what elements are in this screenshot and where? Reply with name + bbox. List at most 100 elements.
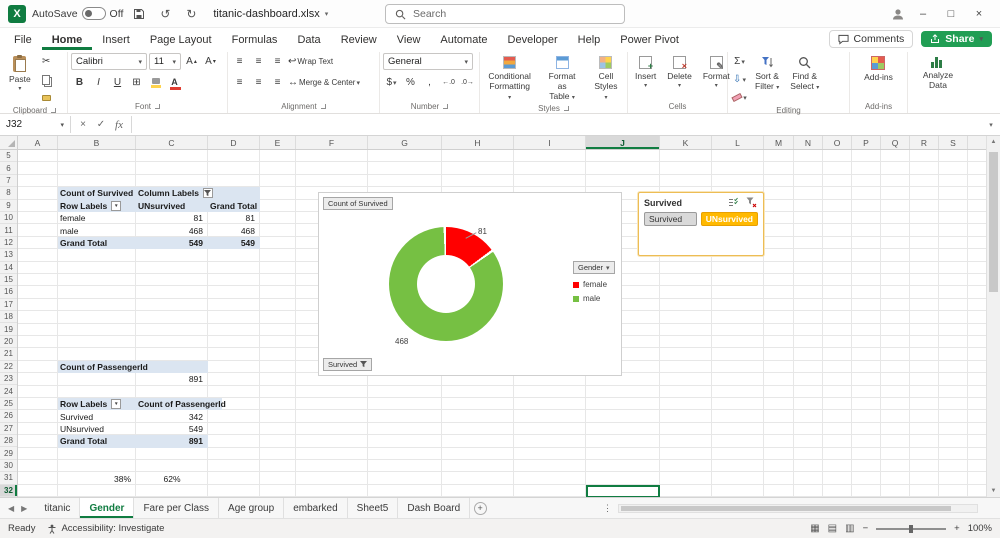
vertical-scrollbar[interactable]: ▲ ▼: [986, 136, 1000, 497]
column-header-C[interactable]: C: [136, 136, 208, 149]
pivot-cell[interactable]: 81: [208, 212, 260, 224]
unsurvived-percent-cell[interactable]: 62%: [136, 472, 208, 484]
sheet-tab-embarked[interactable]: embarked: [284, 498, 348, 518]
pivot-title-cell[interactable]: Count of Survived: [58, 187, 136, 200]
comments-button[interactable]: Comments: [828, 30, 914, 48]
decrease-font-button[interactable]: A ▾: [202, 53, 219, 70]
cells-area[interactable]: Count of Survived Column Labels Row Labe…: [18, 150, 986, 497]
pivot-cell[interactable]: 468: [208, 224, 260, 236]
comma-style-button[interactable]: ,: [421, 74, 438, 91]
pivot-col-header-cell[interactable]: Count of PassengerId: [136, 398, 226, 411]
pivot-chart[interactable]: Count of Survived 81 468 Gender ▾ female…: [318, 192, 622, 376]
ribbon-tab-formulas[interactable]: Formulas: [222, 28, 288, 50]
italic-button[interactable]: I: [90, 74, 107, 91]
new-sheet-button[interactable]: +: [470, 498, 490, 518]
row-header-28[interactable]: 28: [0, 435, 17, 448]
clear-button[interactable]: ▾: [731, 89, 748, 106]
column-header-G[interactable]: G: [368, 136, 442, 149]
donut[interactable]: [389, 227, 503, 341]
sheet-nav-left-icon[interactable]: ◀: [8, 504, 14, 513]
pivot-row-labels-cell[interactable]: Row Labels ▾: [58, 398, 136, 411]
align-bottom-button[interactable]: ≡: [269, 53, 286, 70]
sheet-tab-gender[interactable]: Gender: [80, 498, 135, 518]
row-header-10[interactable]: 10: [0, 212, 17, 225]
column-header-R[interactable]: R: [910, 136, 939, 149]
document-title[interactable]: titanic-dashboard.xlsx ▾: [207, 6, 334, 22]
row-header-30[interactable]: 30: [0, 460, 17, 473]
conditional-formatting-button[interactable]: Conditional Formatting ▾: [483, 53, 536, 104]
ribbon-tab-power-pivot[interactable]: Power Pivot: [610, 28, 689, 50]
user-avatar[interactable]: [888, 4, 908, 24]
dialog-launcher-icon[interactable]: [563, 105, 569, 111]
ribbon-tab-data[interactable]: Data: [287, 28, 330, 50]
column-header-A[interactable]: A: [18, 136, 58, 149]
scroll-up-icon[interactable]: ▲: [987, 136, 1000, 148]
excel-app-icon[interactable]: X: [8, 4, 26, 23]
clear-filter-icon[interactable]: [744, 196, 758, 209]
row-header-5[interactable]: 5: [0, 150, 17, 163]
merge-center-button[interactable]: ↔ Merge & Center ▾: [288, 74, 360, 91]
number-format-select[interactable]: General ▾: [383, 53, 473, 70]
vertical-scroll-thumb[interactable]: [989, 152, 998, 292]
zoom-level[interactable]: 100%: [968, 523, 992, 534]
fill-button[interactable]: ⇩ ▾: [731, 71, 748, 88]
ribbon-tab-automate[interactable]: Automate: [430, 28, 497, 50]
align-right-button[interactable]: ≡: [269, 74, 286, 91]
ribbon-tab-home[interactable]: Home: [42, 28, 93, 50]
row-header-15[interactable]: 15: [0, 274, 17, 287]
align-top-button[interactable]: ≡: [231, 53, 248, 70]
column-header-L[interactable]: L: [712, 136, 764, 149]
zoom-slider-knob[interactable]: [909, 524, 914, 533]
row-header-27[interactable]: 27: [0, 423, 17, 435]
column-header-N[interactable]: N: [794, 136, 823, 149]
font-color-button[interactable]: A: [166, 74, 183, 91]
autosave-switch[interactable]: [81, 7, 106, 20]
selected-cell-J32[interactable]: [586, 484, 660, 497]
currency-button[interactable]: $ ▾: [383, 74, 400, 91]
decrease-decimal-button[interactable]: .0→: [459, 74, 476, 91]
normal-view-icon[interactable]: ▦: [810, 523, 819, 534]
pivot-cell[interactable]: 342: [136, 410, 208, 422]
row-header-22[interactable]: 22: [0, 361, 17, 374]
row-header-14[interactable]: 14: [0, 262, 17, 274]
column-header-K[interactable]: K: [660, 136, 712, 149]
chart-axis-field-button[interactable]: Survived: [323, 358, 373, 371]
redo-icon[interactable]: ↻: [181, 4, 201, 24]
pivot-cell[interactable]: 549: [136, 423, 208, 435]
share-button[interactable]: Share ▾: [921, 31, 992, 47]
column-header-H[interactable]: H: [442, 136, 514, 149]
row-header-29[interactable]: 29: [0, 447, 17, 460]
pivot-cell[interactable]: [58, 373, 136, 385]
underline-button[interactable]: U: [109, 74, 126, 91]
dropdown-icon[interactable]: ▾: [111, 399, 122, 410]
slicer-survived[interactable]: Survived Survived UNsurvived: [638, 192, 764, 256]
row-header-19[interactable]: 19: [0, 323, 17, 336]
multi-select-icon[interactable]: [726, 196, 740, 209]
minimize-button[interactable]: –: [910, 3, 936, 25]
expand-formula-bar-icon[interactable]: ▾: [982, 114, 1000, 135]
row-header-23[interactable]: 23: [0, 373, 17, 386]
undo-icon[interactable]: ↺: [155, 4, 175, 24]
row-header-9[interactable]: 9: [0, 200, 17, 212]
dialog-launcher-icon[interactable]: [320, 104, 326, 109]
format-as-table-button[interactable]: Format as Table ▾: [539, 53, 585, 104]
column-header-S[interactable]: S: [939, 136, 968, 149]
row-header-13[interactable]: 13: [0, 249, 17, 262]
ribbon-tab-help[interactable]: Help: [568, 28, 611, 50]
formula-input[interactable]: [132, 114, 982, 135]
percent-button[interactable]: %: [402, 74, 419, 91]
chart-value-field-button[interactable]: Count of Survived: [323, 197, 393, 210]
pivot-cell[interactable]: 891: [136, 435, 208, 448]
page-layout-view-icon[interactable]: ▤: [828, 523, 837, 534]
dialog-launcher-icon[interactable]: [155, 104, 160, 109]
sheet-tab-fare-per-class[interactable]: Fare per Class: [134, 498, 220, 518]
pivot-cell[interactable]: 549: [136, 236, 208, 250]
sheet-tab-sheet5[interactable]: Sheet5: [348, 498, 399, 518]
bold-button[interactable]: B: [71, 74, 88, 91]
pivot-row-labels-cell[interactable]: Row Labels ▾: [58, 199, 136, 212]
pivot-cell[interactable]: Grand Total: [58, 435, 136, 448]
insert-cells-button[interactable]: + Insert ▾: [631, 53, 660, 91]
copy-button[interactable]: [38, 71, 55, 88]
ribbon-tab-file[interactable]: File: [4, 28, 42, 50]
sheet-tab-titanic[interactable]: titanic: [35, 498, 81, 518]
